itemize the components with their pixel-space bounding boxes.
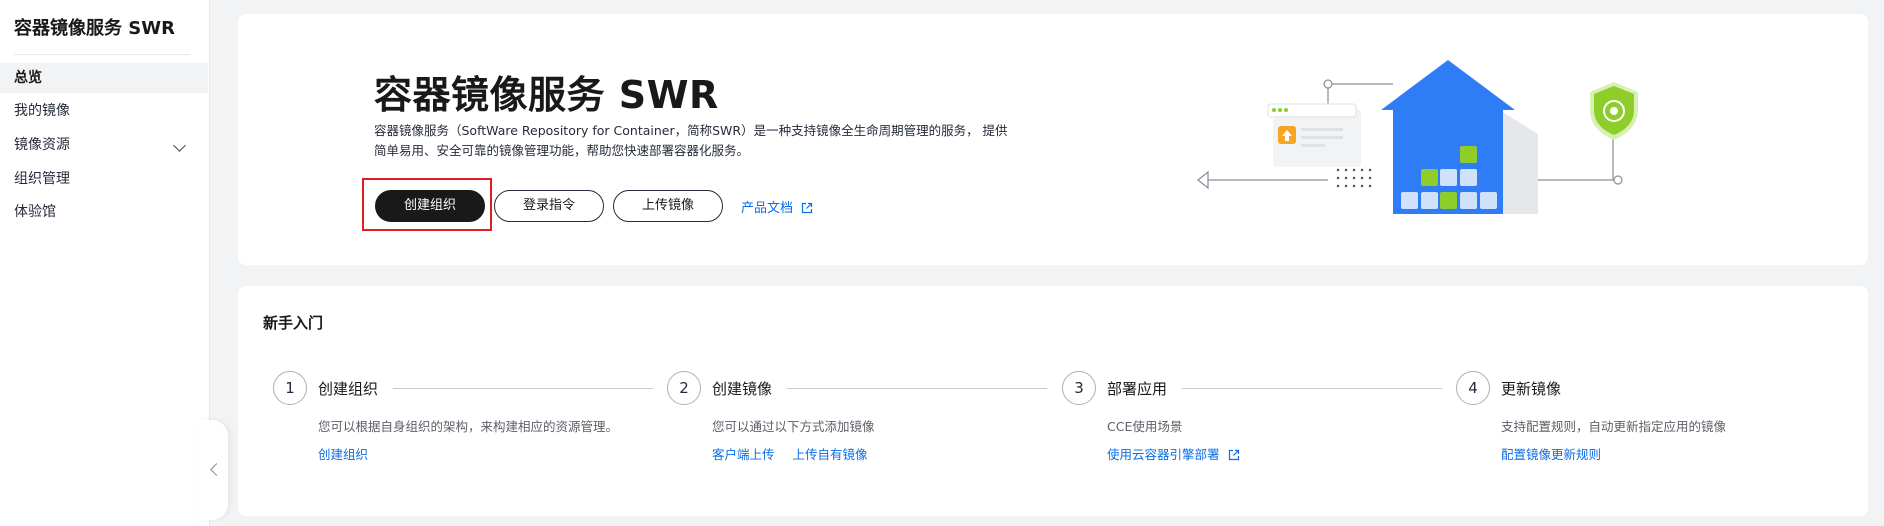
sidebar-title: 容器镜像服务 SWR xyxy=(14,18,175,39)
sidebar: 容器镜像服务 SWR 总览 我的镜像 镜像资源 组织管理 体验馆 xyxy=(0,0,210,526)
login-command-button[interactable]: 登录指令 xyxy=(494,190,604,222)
step-links: 创建组织 xyxy=(318,444,382,463)
step-description: CCE使用场景 xyxy=(1107,419,1183,434)
product-docs-label: 产品文档 xyxy=(741,201,794,216)
step-2: 2 创建镜像 您可以通过以下方式添加镜像 客户端上传 上传自有镜像 xyxy=(667,371,1062,491)
house-icon xyxy=(1381,60,1538,214)
sidebar-item-image-resources[interactable]: 镜像资源 xyxy=(0,130,208,160)
sidebar-item-experience-hall[interactable]: 体验馆 xyxy=(0,197,208,227)
step-1: 1 创建组织 您可以根据自身组织的架构，来构建相应的资源管理。 创建组织 xyxy=(273,371,668,491)
sidebar-divider xyxy=(14,54,190,55)
sidebar-item-label: 总览 xyxy=(14,70,42,86)
step-description: 您可以根据自身组织的架构，来构建相应的资源管理。 xyxy=(318,419,619,434)
step-title: 更新镜像 xyxy=(1501,378,1570,399)
upload-own-image-link[interactable]: 上传自有镜像 xyxy=(793,447,868,462)
page-title: 容器镜像服务 SWR xyxy=(374,73,719,117)
step-divider xyxy=(787,388,1047,389)
swr-illustration xyxy=(1197,60,1638,214)
step-3: 3 部署应用 CCE使用场景 使用云容器引擎部署 xyxy=(1062,371,1457,491)
service-description: 容器镜像服务（SoftWare Repository for Container… xyxy=(374,123,1008,158)
getting-started-title: 新手入门 xyxy=(263,314,324,332)
step-number: 3 xyxy=(1062,371,1096,405)
step-title: 创建组织 xyxy=(318,378,387,399)
step-4: 4 更新镜像 支持配置规则，自动更新指定应用的镜像 配置镜像更新规则 xyxy=(1456,371,1851,491)
step-description: 您可以通过以下方式添加镜像 xyxy=(712,419,875,434)
hero-card: 容器镜像服务 SWR 容器镜像服务（SoftWare Repository fo… xyxy=(238,14,1868,265)
step-number: 1 xyxy=(273,371,307,405)
step-links: 使用云容器引擎部署 xyxy=(1107,444,1254,463)
client-upload-link[interactable]: 客户端上传 xyxy=(712,447,775,462)
step-description: 支持配置规则，自动更新指定应用的镜像 xyxy=(1501,419,1727,434)
configure-update-rule-link[interactable]: 配置镜像更新规则 xyxy=(1501,447,1601,462)
product-docs-link[interactable]: 产品文档 xyxy=(741,197,813,216)
upload-window-icon xyxy=(1267,103,1361,167)
chevron-left-icon xyxy=(210,463,223,476)
sidebar-item-org-management[interactable]: 组织管理 xyxy=(0,164,208,194)
sidebar-collapse-button[interactable] xyxy=(198,420,228,520)
step-links: 客户端上传 上传自有镜像 xyxy=(712,444,882,463)
step-links: 配置镜像更新规则 xyxy=(1501,444,1615,463)
dots-pattern xyxy=(1336,168,1372,188)
sidebar-item-overview[interactable]: 总览 xyxy=(0,63,208,93)
sidebar-item-label: 体验馆 xyxy=(14,204,56,220)
sidebar-item-label: 我的镜像 xyxy=(14,103,70,119)
create-org-link[interactable]: 创建组织 xyxy=(318,447,368,462)
step-divider xyxy=(393,388,653,389)
deploy-with-cce-link[interactable]: 使用云容器引擎部署 xyxy=(1107,447,1240,462)
step-title: 部署应用 xyxy=(1107,378,1176,399)
upload-image-button[interactable]: 上传镜像 xyxy=(613,190,723,222)
step-divider xyxy=(1182,388,1442,389)
step-number: 4 xyxy=(1456,371,1490,405)
chevron-down-icon[interactable] xyxy=(173,139,186,152)
external-link-icon xyxy=(802,202,813,214)
sidebar-item-my-images[interactable]: 我的镜像 xyxy=(0,96,208,126)
sidebar-item-label: 组织管理 xyxy=(14,171,70,187)
step-number: 2 xyxy=(667,371,701,405)
step-title: 创建镜像 xyxy=(712,378,781,399)
external-link-icon xyxy=(1228,449,1239,461)
shield-icon xyxy=(1590,82,1638,140)
deploy-with-cce-label: 使用云容器引擎部署 xyxy=(1107,447,1220,462)
getting-started-card: 新手入门 1 创建组织 您可以根据自身组织的架构，来构建相应的资源管理。 创建组… xyxy=(238,286,1868,516)
sidebar-item-label: 镜像资源 xyxy=(14,137,70,153)
create-org-button[interactable]: 创建组织 xyxy=(375,190,485,222)
